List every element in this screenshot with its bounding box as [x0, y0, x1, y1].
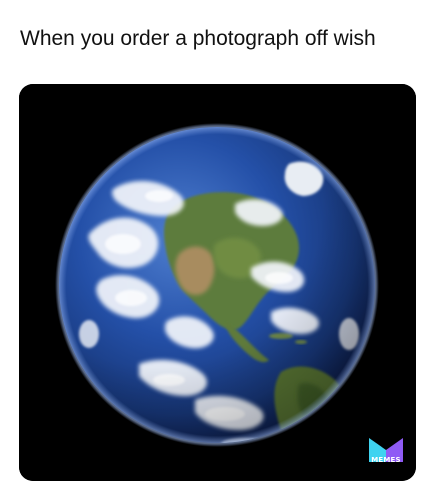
memes-watermark-text: MEMES	[371, 456, 401, 464]
memes-watermark: MEMES	[366, 436, 406, 470]
earth-globe-image	[19, 84, 416, 481]
meme-post: When you order a photograph off wish MEM…	[0, 0, 435, 500]
meme-image: MEMES	[19, 84, 416, 481]
meme-caption: When you order a photograph off wish	[20, 27, 376, 50]
